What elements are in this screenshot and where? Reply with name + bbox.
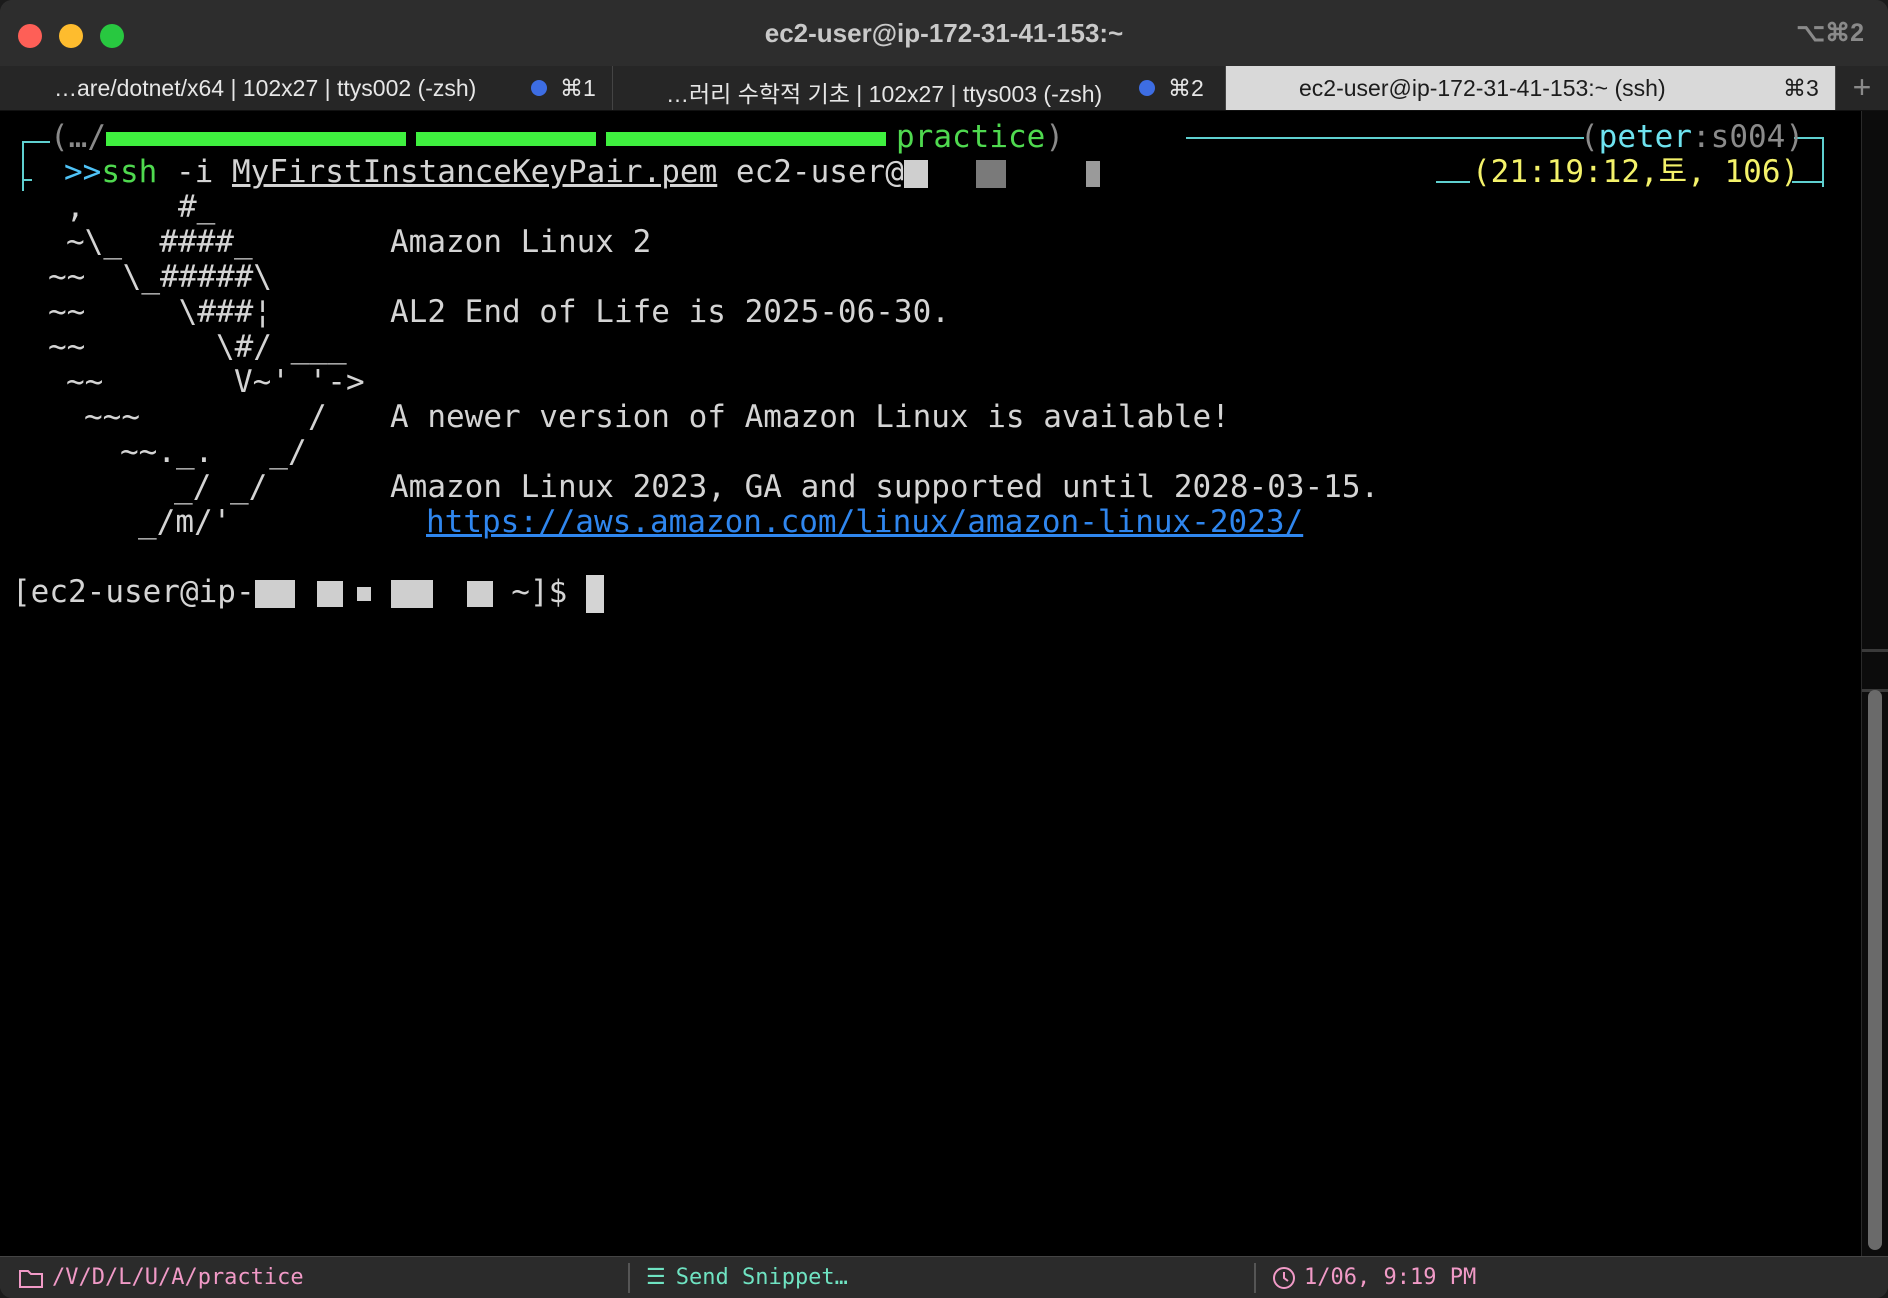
redacted-host — [975, 159, 1006, 188]
motd-eol: AL2 End of Life is 2025-06-30. — [390, 294, 950, 330]
ascii-art-line: _/m/' — [138, 504, 232, 540]
status-divider — [628, 1263, 630, 1293]
prompt-frame — [22, 141, 50, 143]
activity-dot-icon — [531, 80, 547, 96]
prompt-marker: >> — [64, 154, 102, 190]
terminal-window: ec2-user@ip-172-31-41-153:~ ⌥⌘2 …are/dot… — [0, 0, 1888, 1298]
send-snippet-button[interactable]: ☰ Send Snippet… — [646, 1265, 848, 1290]
prompt-frame — [22, 179, 32, 181]
status-clock: 1/06, 9:19 PM — [1272, 1265, 1476, 1290]
tab-bar: …are/dotnet/x64 | 102x27 | ttys002 (-zsh… — [0, 66, 1888, 111]
prompt-frame — [1436, 181, 1470, 183]
activity-dot-icon — [1139, 80, 1155, 96]
command-target: ec2-user@ — [717, 154, 904, 190]
command-line: >>ssh -i MyFirstInstanceKeyPair.pem ec2-… — [64, 151, 1100, 193]
redacted-host — [1085, 160, 1100, 187]
title-bar: ec2-user@ip-172-31-41-153:~ ⌥⌘2 — [0, 0, 1888, 67]
prompt-user-sep: : — [1692, 119, 1711, 155]
status-path[interactable]: /V/D/L/U/A/practice — [18, 1265, 304, 1290]
prompt-frame — [22, 141, 24, 191]
redacted-path — [106, 131, 406, 146]
command-flag: -i — [157, 154, 232, 190]
status-path-text: /V/D/L/U/A/practice — [52, 1265, 304, 1290]
redacted-ip — [316, 580, 343, 607]
tab-shortcut: ⌘3 — [1783, 75, 1819, 101]
prompt-frame — [1822, 137, 1824, 187]
scroll-mark — [1862, 649, 1888, 652]
window-title: ec2-user@ip-172-31-41-153:~ — [764, 18, 1124, 48]
tab-shortcut: ⌘1 — [560, 75, 596, 101]
redacted-ip — [254, 579, 295, 608]
prompt-frame — [1186, 137, 1584, 139]
tab-label: ec2-user@ip-172-31-41-153:~ (ssh) — [1299, 75, 1666, 101]
motd-os-name: Amazon Linux 2 — [390, 224, 652, 260]
send-snippet-label: Send Snippet… — [675, 1265, 848, 1290]
tab-shortcut: ⌘2 — [1168, 75, 1204, 101]
prompt-session: s004 — [1710, 119, 1786, 155]
command-keyfile: MyFirstInstanceKeyPair.pem — [231, 154, 718, 190]
prompt-user: peter — [1598, 119, 1692, 155]
new-tab-button[interactable]: + — [1835, 66, 1888, 110]
tab-label: …are/dotnet/x64 | 102x27 | ttys002 (-zsh… — [54, 75, 477, 101]
clock-icon — [1273, 1266, 1295, 1289]
redacted-path — [606, 131, 886, 146]
tab-2[interactable]: …러리 수학적 기초 | 102x27 | ttys003 (-zsh) ⌘2 — [613, 66, 1226, 110]
status-clock-text: 1/06, 9:19 PM — [1304, 1265, 1477, 1290]
prompt-path-prefix: (…/ — [50, 119, 106, 155]
redacted-path — [416, 131, 596, 146]
prompt-dir: practice — [896, 119, 1046, 155]
redacted-ip — [356, 586, 371, 601]
list-icon: ☰ — [646, 1265, 666, 1290]
prompt-right-2: (21:19:12,토, 106) — [1472, 154, 1800, 190]
tab-label: …러리 수학적 기초 | 102x27 | ttys003 (-zsh) — [666, 81, 1103, 107]
status-bar: /V/D/L/U/A/practice ☰ Send Snippet… 1/06… — [0, 1256, 1888, 1298]
command-name: ssh — [101, 154, 158, 190]
prompt-time: 21:19:12,토, 106 — [1490, 154, 1781, 190]
shell-prompt-prefix: [ec2-user@ip- — [12, 574, 255, 610]
window-shortcut: ⌥⌘2 — [1796, 19, 1864, 47]
shell-prompt-suffix: ~]$ — [492, 574, 586, 610]
redacted-ip — [466, 580, 493, 607]
motd-link[interactable]: https://aws.amazon.com/linux/amazon-linu… — [426, 501, 1303, 543]
redacted-ip — [390, 579, 433, 608]
text-cursor — [585, 574, 604, 613]
redacted-host — [903, 159, 928, 188]
status-divider — [1254, 1263, 1256, 1293]
terminal-output[interactable]: (…/practice) (peter:s004) >>ssh -i MyFir… — [0, 111, 1888, 1256]
shell-prompt: [ec2-user@ip- ~]$ — [12, 571, 604, 613]
scrollbar-thumb[interactable] — [1868, 690, 1882, 1250]
motd-newer-version: A newer version of Amazon Linux is avail… — [390, 399, 1230, 435]
tab-1[interactable]: …are/dotnet/x64 | 102x27 | ttys002 (-zsh… — [0, 66, 613, 110]
folder-icon — [19, 1269, 43, 1288]
tab-3[interactable]: ec2-user@ip-172-31-41-153:~ (ssh) ⌘3 — [1226, 66, 1836, 110]
